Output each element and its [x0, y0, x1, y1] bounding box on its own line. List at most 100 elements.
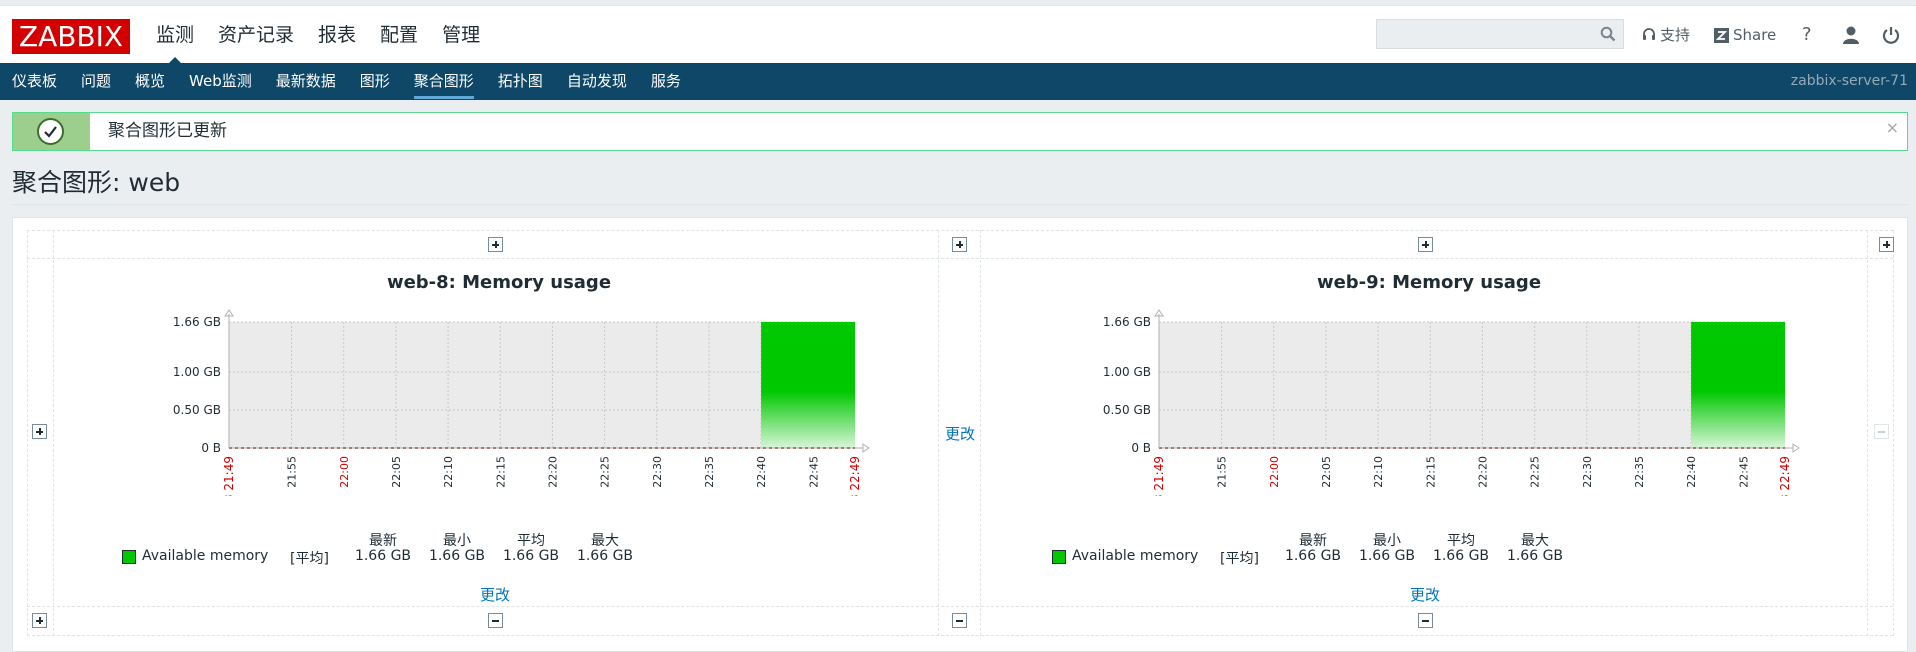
- remove-row-button: [1874, 424, 1889, 439]
- series-area: [761, 322, 855, 448]
- legend-header-min: 最小: [443, 533, 471, 549]
- time-range-label: 10-03 21:49: [1152, 456, 1166, 496]
- grid-line: [53, 230, 54, 636]
- page-title: 聚合图形: web: [12, 168, 181, 197]
- help-button[interactable]: ?: [1802, 6, 1812, 64]
- legend-value-avg: 1.66 GB: [1432, 548, 1490, 564]
- search-icon[interactable]: [1600, 26, 1616, 42]
- subnav-maps[interactable]: 拓扑图: [486, 63, 555, 100]
- legend-value-last: 1.66 GB: [354, 548, 412, 564]
- y-tick-label: 0 B: [201, 441, 221, 455]
- subnav-graphs[interactable]: 图形: [348, 63, 402, 100]
- subnav-web[interactable]: Web监测: [177, 63, 264, 100]
- add-row-above-button[interactable]: [1418, 237, 1433, 252]
- y-tick-label: 0.50 GB: [173, 403, 221, 417]
- share-z-icon: [1714, 27, 1729, 43]
- menu-administration[interactable]: 管理: [442, 6, 480, 64]
- add-row-above-button[interactable]: [488, 237, 503, 252]
- x-tick-label: 22:40: [1685, 456, 1698, 488]
- legend-header-last: 最新: [369, 533, 397, 549]
- success-message: 聚合图形已更新 ×: [12, 112, 1908, 151]
- x-tick-label: 22:15: [494, 456, 507, 488]
- search-input[interactable]: [1376, 19, 1624, 49]
- x-tick-label: 22:45: [1737, 456, 1750, 488]
- legend-header-avg: 平均: [1447, 533, 1475, 549]
- grid-line: [1867, 230, 1868, 636]
- close-icon[interactable]: ×: [1886, 118, 1899, 138]
- x-tick-label: 22:05: [390, 456, 403, 488]
- legend-value-max: 1.66 GB: [576, 548, 634, 564]
- x-tick-label: 22:20: [546, 456, 559, 488]
- graph-legend: 最新 最小 平均 最大 Available memory [平均] 1.66 G…: [122, 530, 722, 570]
- x-tick-label: 22:20: [1476, 456, 1489, 488]
- support-link[interactable]: 支持: [1642, 6, 1690, 64]
- subnav-problems[interactable]: 问题: [69, 63, 123, 100]
- add-column-button[interactable]: [952, 237, 967, 252]
- menu-monitoring[interactable]: 监测: [156, 6, 194, 65]
- y-tick-label: 1.66 GB: [1103, 315, 1151, 329]
- legend-header-max: 最大: [591, 533, 619, 549]
- success-status-cell: [13, 113, 90, 150]
- x-tick-label: 22:35: [1633, 456, 1646, 488]
- subnav-screens[interactable]: 聚合图形: [402, 63, 486, 100]
- menu-configuration[interactable]: 配置: [380, 6, 418, 64]
- time-range-label: 10-03 22:49: [848, 456, 862, 496]
- remove-column-button[interactable]: [952, 613, 967, 628]
- time-range-label: 10-03 21:49: [222, 456, 236, 496]
- x-tick-label: 22:30: [1581, 456, 1594, 488]
- logout-icon[interactable]: [1881, 25, 1901, 45]
- series-swatch: [122, 550, 136, 564]
- remove-column-button[interactable]: [488, 613, 503, 628]
- change-graph-link[interactable]: 更改: [480, 584, 510, 605]
- subnav-services[interactable]: 服务: [639, 63, 693, 100]
- top-header: ZABBIX 监测 资产记录 报表 配置 管理 支持 Share ?: [0, 5, 1916, 65]
- menu-inventory[interactable]: 资产记录: [218, 6, 294, 64]
- x-tick-label: 22:35: [703, 456, 716, 488]
- grid-line: [980, 230, 981, 636]
- server-name: zabbix-server-71: [1790, 73, 1908, 89]
- check-icon: [37, 118, 64, 145]
- x-tick-label: 22:10: [1372, 456, 1385, 488]
- subnav-latest-data[interactable]: 最新数据: [264, 63, 348, 100]
- x-tick-label: 22:00: [338, 456, 351, 488]
- change-cell-link[interactable]: 更改: [945, 423, 975, 444]
- x-tick-label: 22:40: [755, 456, 768, 488]
- subnav-dashboard[interactable]: 仪表板: [0, 63, 69, 100]
- x-tick-label: 21:55: [1216, 456, 1229, 488]
- add-row-below-button[interactable]: [32, 613, 47, 628]
- x-tick-label: 22:25: [599, 456, 612, 488]
- zabbix-logo[interactable]: ZABBIX: [12, 19, 130, 54]
- graph-legend: 最新 最小 平均 最大 Available memory [平均] 1.66 G…: [1052, 530, 1652, 570]
- add-column-left-button[interactable]: [32, 424, 47, 439]
- user-profile-icon[interactable]: [1841, 25, 1861, 45]
- menu-reports[interactable]: 报表: [318, 6, 356, 64]
- grid-line: [938, 230, 939, 636]
- message-text: 聚合图形已更新: [108, 121, 227, 141]
- x-tick-label: 21:55: [286, 456, 299, 488]
- grid-line: [27, 230, 1893, 231]
- remove-column-button[interactable]: [1418, 613, 1433, 628]
- y-tick-label: 1.00 GB: [173, 365, 221, 379]
- series-function: [平均]: [1220, 551, 1259, 567]
- x-tick-label: 22:05: [1320, 456, 1333, 488]
- title-divider: [12, 204, 1908, 205]
- memory-usage-graph[interactable]: 1.66 GB 1.00 GB 0.50 GB 0 B 21:55 22:00 22:05 2…: [113, 286, 873, 496]
- legend-value-min: 1.66 GB: [1358, 548, 1416, 564]
- x-tick-label: 22:30: [651, 456, 664, 488]
- legend-header-avg: 平均: [517, 533, 545, 549]
- time-range-label: 10-03 22:49: [1778, 456, 1792, 496]
- memory-usage-graph[interactable]: 1.66 GB 1.00 GB 0.50 GB 0 B 21:55 22:00 22:05 2…: [1043, 286, 1803, 496]
- y-tick-label: 0 B: [1131, 441, 1151, 455]
- headset-icon: [1643, 28, 1655, 40]
- subnav-discovery[interactable]: 自动发现: [555, 63, 639, 100]
- series-name: Available memory: [1072, 548, 1199, 564]
- grid-line: [27, 258, 1893, 259]
- share-link[interactable]: Share: [1714, 6, 1776, 64]
- grid-line: [27, 230, 28, 636]
- y-tick-label: 0.50 GB: [1103, 403, 1151, 417]
- change-graph-link[interactable]: 更改: [1410, 584, 1440, 605]
- add-column-right-button[interactable]: [1879, 237, 1894, 252]
- subnav-overview[interactable]: 概览: [123, 63, 177, 100]
- grid-line: [27, 635, 1893, 636]
- x-tick-label: 22:10: [442, 456, 455, 488]
